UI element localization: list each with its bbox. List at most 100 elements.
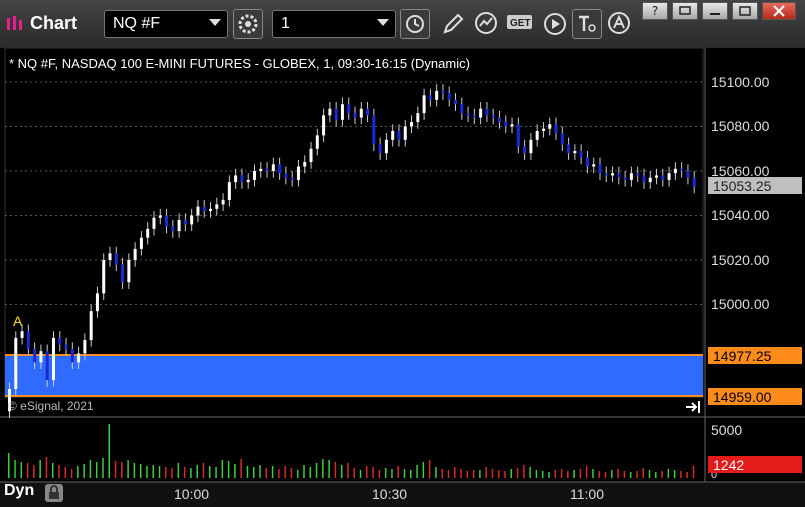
candle-body: [673, 168, 677, 174]
candle-body: [592, 164, 596, 167]
volume-bar: [8, 453, 10, 478]
candle-body: [315, 135, 319, 149]
volume-bar: [196, 465, 198, 478]
volume-bar: [510, 469, 513, 478]
volume-bar: [121, 462, 123, 478]
candle-body: [598, 164, 602, 174]
candle-body: [403, 126, 407, 140]
price-chart[interactable]: A: [0, 0, 805, 507]
volume-bar: [466, 471, 469, 478]
candle-body: [114, 253, 118, 265]
candle-body: [680, 168, 684, 171]
candle-body: [629, 173, 633, 180]
volume-bar: [642, 468, 644, 478]
volume-bar: [391, 469, 393, 478]
range-band: [5, 355, 703, 396]
volume-bar: [322, 459, 324, 478]
volume-bar: [77, 466, 79, 478]
volume-bar: [403, 469, 406, 478]
volume-bar: [353, 468, 355, 478]
volume-bar: [20, 462, 23, 478]
volume-bar: [303, 465, 305, 478]
candle-body: [359, 108, 363, 118]
volume-bar: [290, 468, 293, 478]
volume-bar: [33, 465, 35, 478]
candle-body: [296, 166, 300, 180]
candle-body: [454, 99, 458, 105]
volume-bar: [585, 466, 588, 478]
volume-bar: [366, 466, 368, 478]
volume-bar: [221, 460, 224, 478]
volume-bar: [26, 463, 29, 478]
candle-body: [290, 177, 294, 180]
time-axis-label: 10:00: [174, 486, 210, 502]
volume-bar: [284, 466, 286, 478]
volume-bar: [152, 465, 154, 478]
price-axis-label: 15040.00: [711, 207, 770, 223]
price-axis-label: 15020.00: [711, 252, 770, 268]
candle-body: [554, 124, 558, 134]
scroll-to-end-icon[interactable]: [685, 400, 703, 414]
volume-bar: [102, 458, 104, 478]
range-low-tag: 14959.00: [708, 388, 802, 405]
candle-body: [535, 130, 539, 140]
candle-body: [133, 248, 137, 260]
candle-body: [384, 139, 388, 154]
volume-bar: [227, 461, 230, 478]
candle-body: [422, 95, 426, 114]
volume-bar: [661, 471, 663, 478]
volume-bar: [384, 468, 387, 478]
volume-bar: [611, 470, 613, 478]
candle-body: [416, 113, 420, 123]
candle-body: [89, 311, 93, 341]
volume-bar: [428, 460, 431, 478]
candle-body: [366, 108, 370, 116]
candle-body: [58, 337, 62, 345]
price-axis-label: 15100.00: [711, 74, 770, 90]
volume-bar: [655, 472, 657, 478]
candle-body: [265, 168, 269, 171]
volume-bar: [14, 460, 16, 478]
chart-title: * NQ #F, NASDAQ 100 E-MINI FUTURES - GLO…: [9, 56, 470, 71]
candle-body: [183, 219, 187, 225]
volume-bar: [604, 472, 607, 478]
candle-body: [177, 219, 181, 232]
volume-bar: [422, 462, 425, 478]
volume-bar: [680, 471, 682, 478]
candle-body: [472, 115, 476, 118]
candle-body: [33, 349, 37, 363]
volume-bar: [165, 467, 167, 478]
candle-body: [428, 95, 432, 100]
candle-body: [39, 351, 43, 363]
volume-bar: [309, 467, 312, 478]
candle-body: [353, 113, 357, 118]
volume-bar: [64, 467, 67, 478]
candle-body: [215, 204, 219, 209]
volume-bar: [667, 469, 670, 478]
volume-bar: [454, 467, 456, 478]
candle-body: [579, 150, 583, 158]
candle-body: [655, 175, 659, 178]
volume-bar: [636, 471, 638, 478]
volume-bar: [410, 470, 412, 478]
volume-bar: [447, 470, 450, 478]
dynamic-mode-button[interactable]: Dyn: [4, 482, 40, 504]
candle-body: [642, 175, 646, 183]
volume-bar: [45, 457, 48, 478]
price-axis-label: 15080.00: [711, 118, 770, 134]
candle-body: [158, 215, 162, 218]
candle-body: [460, 104, 464, 114]
volume-bar: [523, 465, 525, 478]
volume-bar: [416, 465, 418, 478]
candle-body: [523, 146, 527, 154]
candle-body: [573, 150, 577, 154]
candle-body: [560, 133, 564, 145]
lock-icon[interactable]: [44, 483, 64, 503]
candle-body: [303, 162, 307, 167]
volume-bar: [359, 470, 362, 478]
candle-body: [190, 215, 194, 225]
volume-bar: [209, 466, 211, 478]
volume-bar: [108, 424, 111, 478]
volume-bar: [397, 466, 399, 478]
candle-body: [108, 253, 112, 260]
